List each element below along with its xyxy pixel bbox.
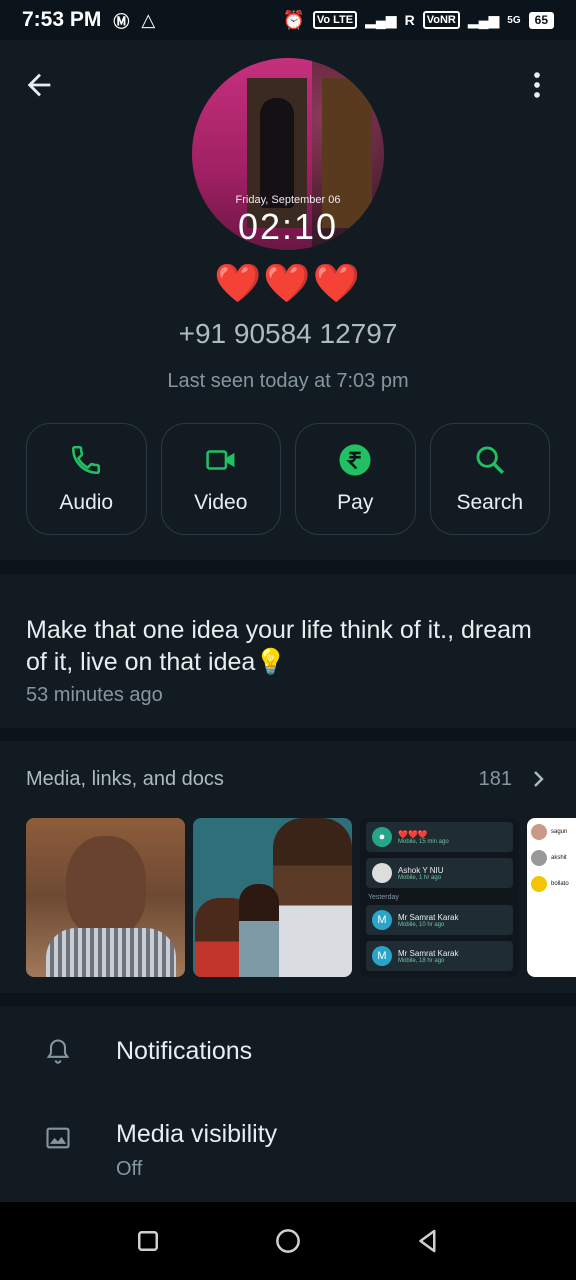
- more-options-icon[interactable]: [520, 68, 554, 102]
- back-triangle-icon[interactable]: [413, 1226, 443, 1256]
- video-icon: [206, 450, 235, 470]
- volte-badge: Vo LTE: [312, 11, 358, 29]
- signal-icon: ▂▄▆: [365, 11, 397, 28]
- rupee-icon: [339, 444, 371, 476]
- setting-label: Media visibility: [116, 1120, 278, 1148]
- mini-title: Mr Samrat Karak: [398, 948, 459, 958]
- about-section[interactable]: Make that one idea your life think of it…: [0, 574, 576, 728]
- avatar: [372, 863, 392, 883]
- media-thumbnails: ● ❤️❤️❤️ Mobile, 15 min ago Ashok Y NIU …: [26, 818, 576, 977]
- status-bar: 7:53 PM Ⓜ △ ⏰ Vo LTE ▂▄▆ R VoNR ▂▄▆ 5G 6…: [0, 0, 576, 40]
- back-arrow-icon[interactable]: [22, 68, 56, 102]
- signal-icon-2: ▂▄▆: [467, 11, 500, 28]
- avatar: ●: [372, 827, 392, 847]
- avatar: [531, 824, 547, 840]
- chevron-right-icon: [534, 771, 544, 787]
- action-buttons: Audio Video Pay Search: [26, 423, 550, 535]
- media-header[interactable]: Media, links, and docs 181: [26, 767, 550, 791]
- list-item: Ashok Y NIU Mobile, 1 hr ago: [366, 858, 513, 888]
- list-item: sagun: [531, 824, 576, 840]
- contact-name: ❤️❤️❤️: [214, 263, 362, 305]
- mini-title: Ashok Y NIU: [398, 865, 444, 875]
- media-section: Media, links, and docs 181 ● ❤️❤️❤️ Mobi…: [0, 741, 576, 993]
- vonr-badge: VoNR: [422, 11, 460, 29]
- list-item: bollato: [531, 876, 576, 892]
- image-icon: [46, 1127, 70, 1149]
- mini-section-label: Yesterday: [368, 894, 399, 901]
- mini-title: akshit: [551, 855, 567, 861]
- mini-sub: Mobile, 15 min ago: [398, 838, 449, 845]
- media-thumbnail-screenshot[interactable]: sagun akshit bollato: [527, 818, 576, 977]
- alarm-icon: ⏰: [282, 9, 305, 30]
- setting-label: Notifications: [116, 1037, 253, 1065]
- system-nav-bar: [0, 1202, 576, 1280]
- mini-title: Mr Samrat Karak: [398, 912, 459, 922]
- pay-button[interactable]: Pay: [295, 423, 416, 535]
- about-text: Make that one idea your life think of it…: [26, 616, 532, 676]
- drive-icon: △: [141, 9, 156, 30]
- contact-phone: +91 90584 12797: [178, 318, 398, 349]
- mini-sub: Mobile, 1 hr ago: [398, 874, 442, 881]
- list-item: M Mr Samrat Karak Mobile, 10 hr ago: [366, 905, 513, 935]
- list-item: ● ❤️❤️❤️ Mobile, 15 min ago: [366, 822, 513, 852]
- mini-title: ❤️❤️❤️: [398, 829, 428, 839]
- about-timestamp: 53 minutes ago: [26, 684, 163, 706]
- list-item: akshit: [531, 850, 576, 866]
- list-item: M Mr Samrat Karak Mobile, 18 hr ago: [366, 941, 513, 971]
- app-notification-icon: Ⓜ: [113, 14, 130, 31]
- mini-title: sagun: [551, 829, 568, 835]
- avatar: [531, 850, 547, 866]
- status-time: 7:53 PM: [22, 8, 102, 31]
- setting-value: Off: [116, 1158, 143, 1180]
- network-label: 5G: [507, 14, 521, 26]
- profile-header: Friday, September 06 02:10 ❤️❤️❤️ +91 90…: [0, 40, 576, 560]
- home-icon[interactable]: [273, 1226, 303, 1256]
- search-button[interactable]: Search: [429, 423, 550, 535]
- mini-sub: Mobile, 10 hr ago: [398, 921, 445, 928]
- avatar: M: [372, 910, 392, 930]
- avatar-lock-time: 02:10: [237, 206, 339, 247]
- bell-icon: [46, 1039, 70, 1064]
- battery-icon: 65: [528, 11, 554, 29]
- media-visibility-setting[interactable]: Media visibility Off: [0, 1096, 576, 1202]
- media-thumbnail-photo[interactable]: [26, 818, 185, 977]
- notifications-setting[interactable]: Notifications: [0, 1006, 576, 1096]
- search-icon: [476, 446, 504, 474]
- roaming-label: R: [404, 12, 415, 28]
- mini-title: bollato: [551, 881, 569, 887]
- action-label: Audio: [59, 491, 114, 514]
- last-seen-status: Last seen today at 7:03 pm: [167, 370, 409, 392]
- mini-sub: Mobile, 18 hr ago: [398, 957, 445, 964]
- phone-icon: [72, 445, 101, 475]
- media-thumbnail-screenshot[interactable]: ● ❤️❤️❤️ Mobile, 15 min ago Ashok Y NIU …: [360, 818, 519, 977]
- recents-icon[interactable]: [133, 1226, 163, 1256]
- action-label: Video: [194, 491, 248, 514]
- avatar: M: [372, 946, 392, 966]
- media-thumbnail-photo[interactable]: [193, 818, 352, 977]
- avatar-lock-date: Friday, September 06: [235, 194, 341, 206]
- media-count: 181: [478, 767, 512, 790]
- action-label: Pay: [337, 491, 374, 514]
- avatar: [531, 876, 547, 892]
- audio-call-button[interactable]: Audio: [26, 423, 147, 535]
- action-label: Search: [456, 491, 524, 514]
- video-call-button[interactable]: Video: [160, 423, 281, 535]
- profile-avatar[interactable]: Friday, September 06 02:10: [192, 58, 384, 250]
- media-title: Media, links, and docs: [26, 767, 224, 790]
- settings-list: Notifications Media visibility Off: [0, 1006, 576, 1202]
